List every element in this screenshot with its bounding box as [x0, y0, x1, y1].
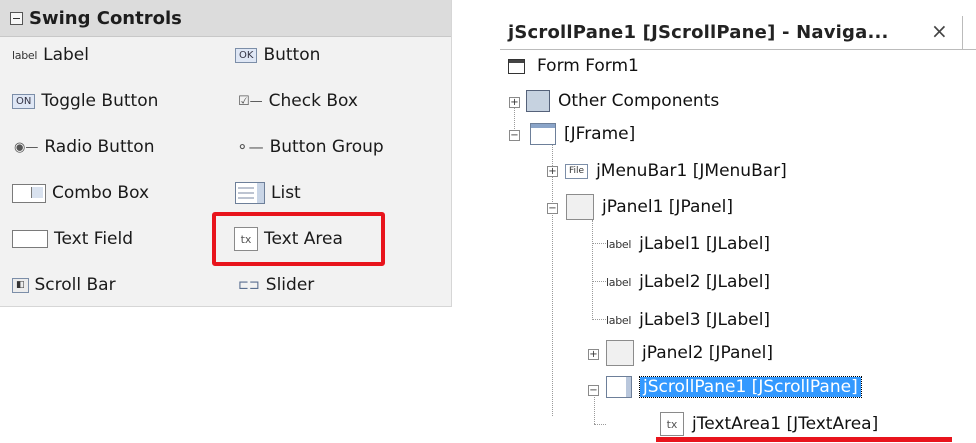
- navigator-title: jScrollPane1 [JScrollPane] - Naviga...: [508, 22, 889, 43]
- collapse-icon[interactable]: −: [509, 130, 520, 141]
- palette-item-combo-box[interactable]: Combo Box: [12, 178, 149, 208]
- button-icon: OK: [235, 47, 258, 63]
- tree-node-jlabel3[interactable]: label jLabel3 [JLabel]: [606, 306, 770, 334]
- scroll-pane-icon: [606, 376, 632, 398]
- form-icon: [508, 58, 525, 74]
- tree-node-form-label: Form Form1: [537, 56, 639, 76]
- toggle-button-icon: ON: [12, 93, 36, 109]
- tree-node-jscrollpane1[interactable]: jScrollPane1 [JScrollPane]: [606, 373, 862, 401]
- text-area-highlight: [212, 212, 385, 266]
- palette-item-button-group[interactable]: ⚬— Button Group: [236, 132, 384, 162]
- palette-item-toggle-button[interactable]: ON Toggle Button: [12, 86, 158, 116]
- label-icon: label: [606, 275, 632, 289]
- expand-icon[interactable]: +: [509, 97, 520, 108]
- tree-node-jmenubar1[interactable]: File jMenuBar1 [JMenuBar]: [565, 157, 787, 185]
- palette-item-label[interactable]: label Label: [12, 40, 89, 70]
- expand-icon[interactable]: +: [588, 349, 599, 360]
- palette-item-toggle-button-text: Toggle Button: [41, 91, 159, 111]
- tree-line: [552, 144, 553, 416]
- palette-item-list[interactable]: List: [235, 178, 301, 208]
- tree-node-jpanel2-label: jPanel2 [JPanel]: [642, 343, 773, 363]
- check-box-icon: ☑—: [238, 93, 263, 109]
- combo-box-icon: [12, 183, 46, 203]
- tree-node-jlabel2[interactable]: label jLabel2 [JLabel]: [606, 268, 770, 296]
- other-components-icon: [526, 90, 550, 112]
- palette-item-text-field[interactable]: Text Field: [12, 224, 133, 254]
- text-area-icon: tx: [660, 412, 684, 436]
- palette-title: Swing Controls: [29, 7, 182, 29]
- tree-node-jframe-label: [JFrame]: [564, 124, 636, 144]
- palette-header[interactable]: Swing Controls: [0, 0, 451, 37]
- tree-node-jpanel2[interactable]: jPanel2 [JPanel]: [606, 339, 773, 367]
- tree-line: [594, 424, 606, 425]
- palette-item-list-text: List: [271, 183, 301, 203]
- close-icon[interactable]: ×: [931, 19, 948, 43]
- palette-item-radio-button-text: Radio Button: [44, 137, 155, 157]
- tree-line: [592, 281, 606, 282]
- tree-node-jpanel1-label: jPanel1 [JPanel]: [602, 197, 733, 217]
- swing-controls-palette: Swing Controls label Label OK Button ON …: [0, 0, 452, 307]
- palette-item-combo-box-text: Combo Box: [52, 183, 150, 203]
- tree-node-jlabel3-label: jLabel3 [JLabel]: [639, 310, 771, 330]
- palette-item-radio-button[interactable]: ◉— Radio Button: [14, 132, 154, 162]
- panel-icon: [566, 194, 594, 220]
- list-icon: [235, 182, 265, 204]
- tree-line: [592, 243, 606, 244]
- radio-button-icon: ◉—: [14, 139, 39, 155]
- tree-node-jpanel1[interactable]: jPanel1 [JPanel]: [566, 193, 733, 221]
- navigator-tab[interactable]: jScrollPane1 [JScrollPane] - Naviga... ×: [500, 16, 976, 50]
- palette-item-button-group-text: Button Group: [269, 137, 384, 157]
- tree-line: [592, 319, 606, 320]
- tree-node-other-components[interactable]: Other Components: [526, 87, 719, 115]
- palette-item-slider-text: Slider: [265, 275, 315, 295]
- tree-node-jtextarea1-label: jTextArea1 [JTextArea]: [692, 414, 879, 434]
- palette-item-check-box[interactable]: ☑— Check Box: [238, 86, 358, 116]
- collapse-icon[interactable]: −: [588, 385, 599, 396]
- palette-item-check-box-text: Check Box: [268, 91, 358, 111]
- tree-node-other-components-label: Other Components: [558, 91, 720, 111]
- palette-item-button[interactable]: OK Button: [235, 40, 320, 70]
- label-icon: label: [606, 237, 632, 251]
- tree-node-jmenubar1-label: jMenuBar1 [JMenuBar]: [596, 161, 787, 181]
- panel-icon: [606, 340, 634, 366]
- palette-item-slider[interactable]: ⊏⊐ Slider: [238, 270, 314, 300]
- tree-line: [592, 220, 593, 320]
- tree-node-jtextarea1[interactable]: tx jTextArea1 [JTextArea]: [660, 410, 878, 438]
- palette-item-text-field-text: Text Field: [54, 229, 134, 249]
- frame-icon: [530, 123, 556, 145]
- palette-item-scroll-bar-text: Scroll Bar: [34, 275, 116, 295]
- tree-node-form[interactable]: Form Form1: [508, 52, 639, 80]
- palette-item-button-text: Button: [263, 45, 321, 65]
- scroll-bar-icon: ◧: [12, 277, 29, 293]
- tab-divider: [962, 16, 963, 49]
- palette-item-scroll-bar[interactable]: ◧ Scroll Bar: [12, 270, 116, 300]
- collapse-icon[interactable]: [10, 11, 23, 25]
- label-icon: label: [12, 48, 38, 62]
- palette-item-label-text: Label: [43, 45, 89, 65]
- tree-node-jlabel1-label: jLabel1 [JLabel]: [639, 234, 771, 254]
- tree-node-jlabel2-label: jLabel2 [JLabel]: [639, 272, 771, 292]
- slider-icon: ⊏⊐: [238, 277, 260, 293]
- jtextarea-highlight: [656, 437, 952, 442]
- button-group-icon: ⚬—: [236, 138, 264, 156]
- label-icon: label: [606, 313, 632, 327]
- collapse-icon[interactable]: −: [547, 203, 558, 214]
- tree-node-jscrollpane1-label: jScrollPane1 [JScrollPane]: [639, 376, 862, 398]
- expand-icon[interactable]: +: [547, 166, 558, 177]
- tree-line: [594, 394, 595, 424]
- tree-node-jlabel1[interactable]: label jLabel1 [JLabel]: [606, 230, 770, 258]
- tree-node-jframe[interactable]: [JFrame]: [530, 120, 635, 148]
- text-field-icon: [12, 230, 48, 248]
- menubar-icon: File: [565, 163, 589, 179]
